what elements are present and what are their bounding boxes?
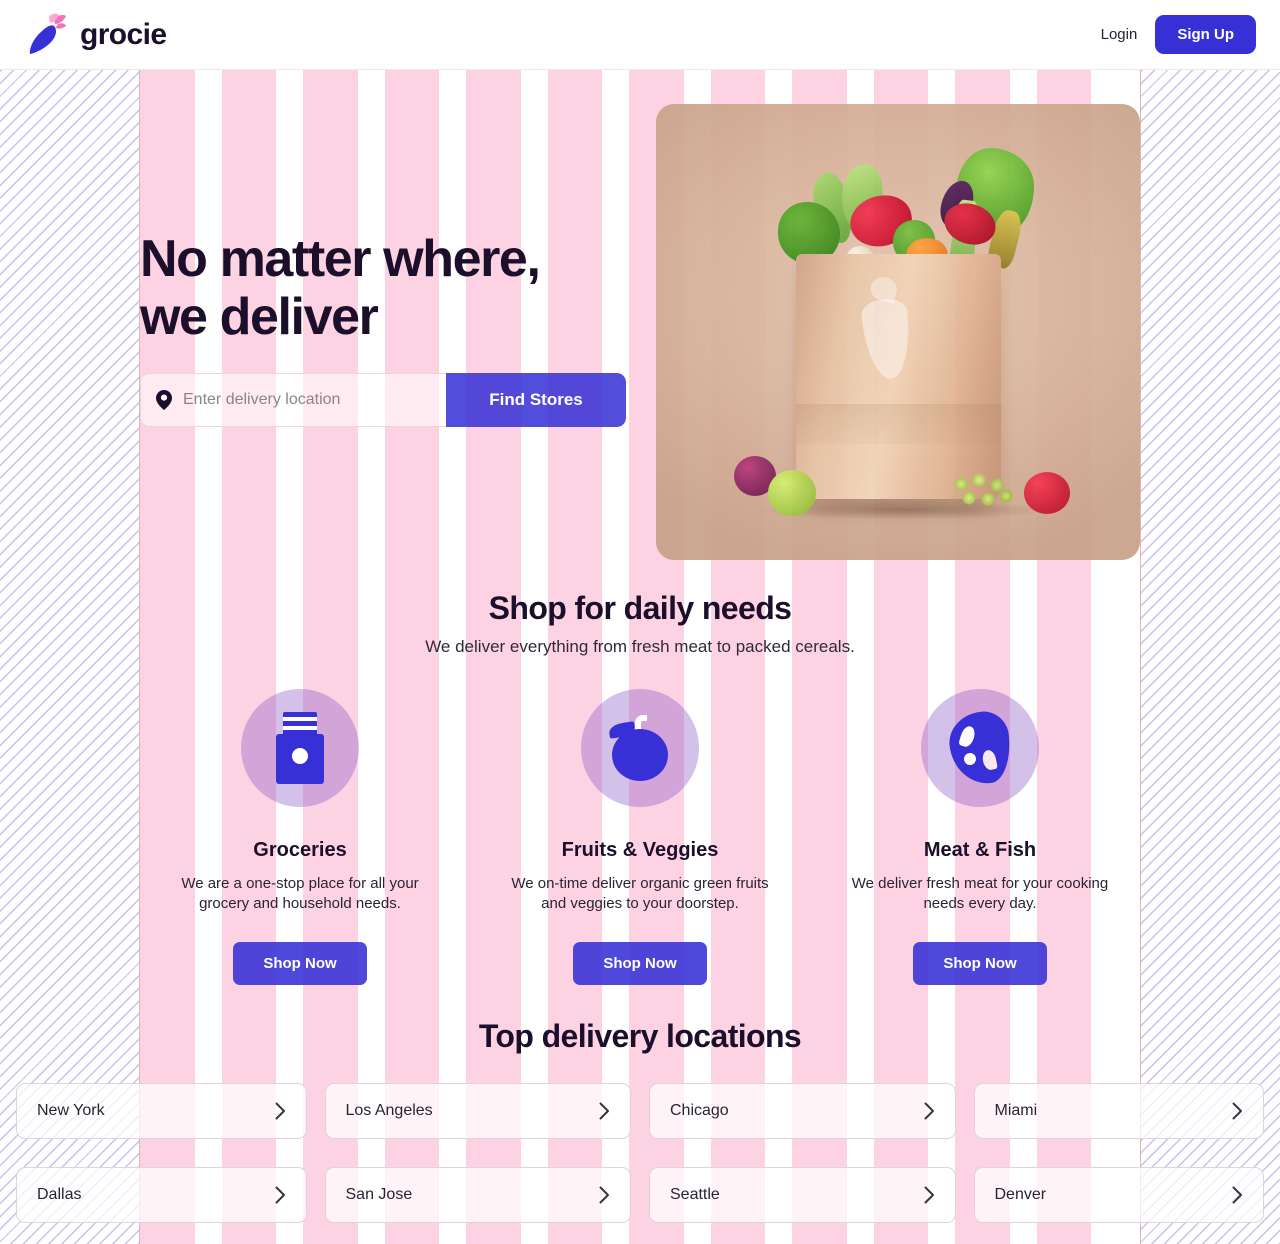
chevron-right-icon (1232, 1186, 1243, 1204)
location-cell: Seattle (649, 1167, 956, 1223)
location-cell: New York (0, 1083, 307, 1139)
daily-needs-subtitle: We deliver everything from fresh meat to… (425, 637, 855, 656)
location-name: Denver (994, 1186, 1047, 1203)
grapes-produce (949, 472, 1021, 514)
location-name: San Jose (345, 1186, 413, 1203)
daily-needs-title: Shop for daily needs (488, 590, 792, 626)
location-name: Miami (994, 1102, 1038, 1119)
daily-needs-section: Shop for daily needs We deliver everythi… (0, 590, 1280, 985)
location-card[interactable]: Denver (973, 1167, 1264, 1223)
category-desc: We on-time deliver organic green fruits … (511, 875, 769, 912)
category-title: Meat & Fish (923, 839, 1037, 861)
carrot-icon (24, 12, 70, 58)
category-card: Groceries We are a one-stop place for al… (130, 689, 470, 985)
paper-bag (796, 254, 1001, 499)
chevron-right-icon (275, 1186, 286, 1204)
red-tomato-produce (1024, 472, 1070, 514)
shop-now-button[interactable]: Shop Now (573, 942, 707, 985)
top-locations-section: Top delivery locations New York Los Angel… (0, 1018, 1280, 1223)
apple-fruit-icon (581, 689, 699, 807)
hero-grocery-image (656, 104, 1140, 560)
search-input[interactable] (183, 391, 432, 409)
chevron-right-icon (599, 1102, 610, 1120)
shop-now-button[interactable]: Shop Now (913, 942, 1047, 985)
location-name: New York (37, 1102, 105, 1119)
category-title: Fruits & Veggies (561, 839, 719, 861)
page-root: grocie Login Sign Up No matter where, we… (0, 0, 1280, 1244)
brand-name: grocie (80, 17, 167, 51)
location-card[interactable]: Chicago (649, 1083, 956, 1139)
chevron-right-icon (599, 1186, 610, 1204)
location-cell: Dallas (0, 1167, 307, 1223)
signup-button[interactable]: Sign Up (1155, 15, 1256, 54)
hero-title: No matter where, we deliver (140, 230, 541, 346)
milk-carton-icon (241, 689, 359, 807)
category-card-list: Groceries We are a one-stop place for al… (0, 689, 1280, 985)
category-card: Fruits & Veggies We on-time deliver orga… (470, 689, 810, 985)
location-card[interactable]: Dallas (16, 1167, 307, 1223)
category-card: Meat & Fish We deliver fresh meat for yo… (810, 689, 1150, 985)
chevron-right-icon (924, 1102, 935, 1120)
location-row-2: Dallas San Jose Seattle Denver (0, 1167, 1280, 1223)
brand-logo[interactable]: grocie (24, 12, 167, 58)
chevron-right-icon (924, 1186, 935, 1204)
location-name: Los Angeles (345, 1102, 433, 1119)
category-desc: We are a one-stop place for all your gro… (181, 875, 419, 912)
category-desc: We deliver fresh meat for your cooking n… (851, 875, 1109, 912)
search-field-wrapper[interactable] (140, 373, 446, 427)
location-cell: Miami (973, 1083, 1280, 1139)
location-card[interactable]: New York (16, 1083, 307, 1139)
location-search-bar: Find Stores (140, 373, 626, 427)
location-cell: San Jose (324, 1167, 631, 1223)
location-cell: Denver (973, 1167, 1280, 1223)
site-header: grocie Login Sign Up (0, 0, 1280, 70)
shop-now-button[interactable]: Shop Now (233, 942, 367, 985)
location-pin-icon (155, 389, 173, 411)
find-stores-button[interactable]: Find Stores (446, 373, 626, 427)
location-name: Chicago (670, 1102, 729, 1119)
location-row-1: New York Los Angeles Chicago Miami (0, 1083, 1280, 1139)
login-link[interactable]: Login (1101, 26, 1138, 43)
chevron-right-icon (275, 1102, 286, 1120)
category-title: Groceries (253, 839, 347, 861)
location-name: Seattle (670, 1186, 720, 1203)
chevron-right-icon (1232, 1102, 1243, 1120)
location-cell: Chicago (649, 1083, 956, 1139)
hero-text-block: No matter where, we deliver (140, 230, 660, 346)
location-cell: Los Angeles (324, 1083, 631, 1139)
meat-cut-icon (921, 689, 1039, 807)
green-apple-produce (768, 470, 816, 516)
hero-section: No matter where, we deliver Find Stores (0, 70, 1280, 590)
location-card[interactable]: Miami (973, 1083, 1264, 1139)
location-name: Dallas (37, 1186, 82, 1203)
top-locations-title: Top delivery locations (478, 1018, 802, 1054)
location-card[interactable]: Seattle (649, 1167, 956, 1223)
location-card[interactable]: Los Angeles (324, 1083, 631, 1139)
location-card[interactable]: San Jose (324, 1167, 631, 1223)
